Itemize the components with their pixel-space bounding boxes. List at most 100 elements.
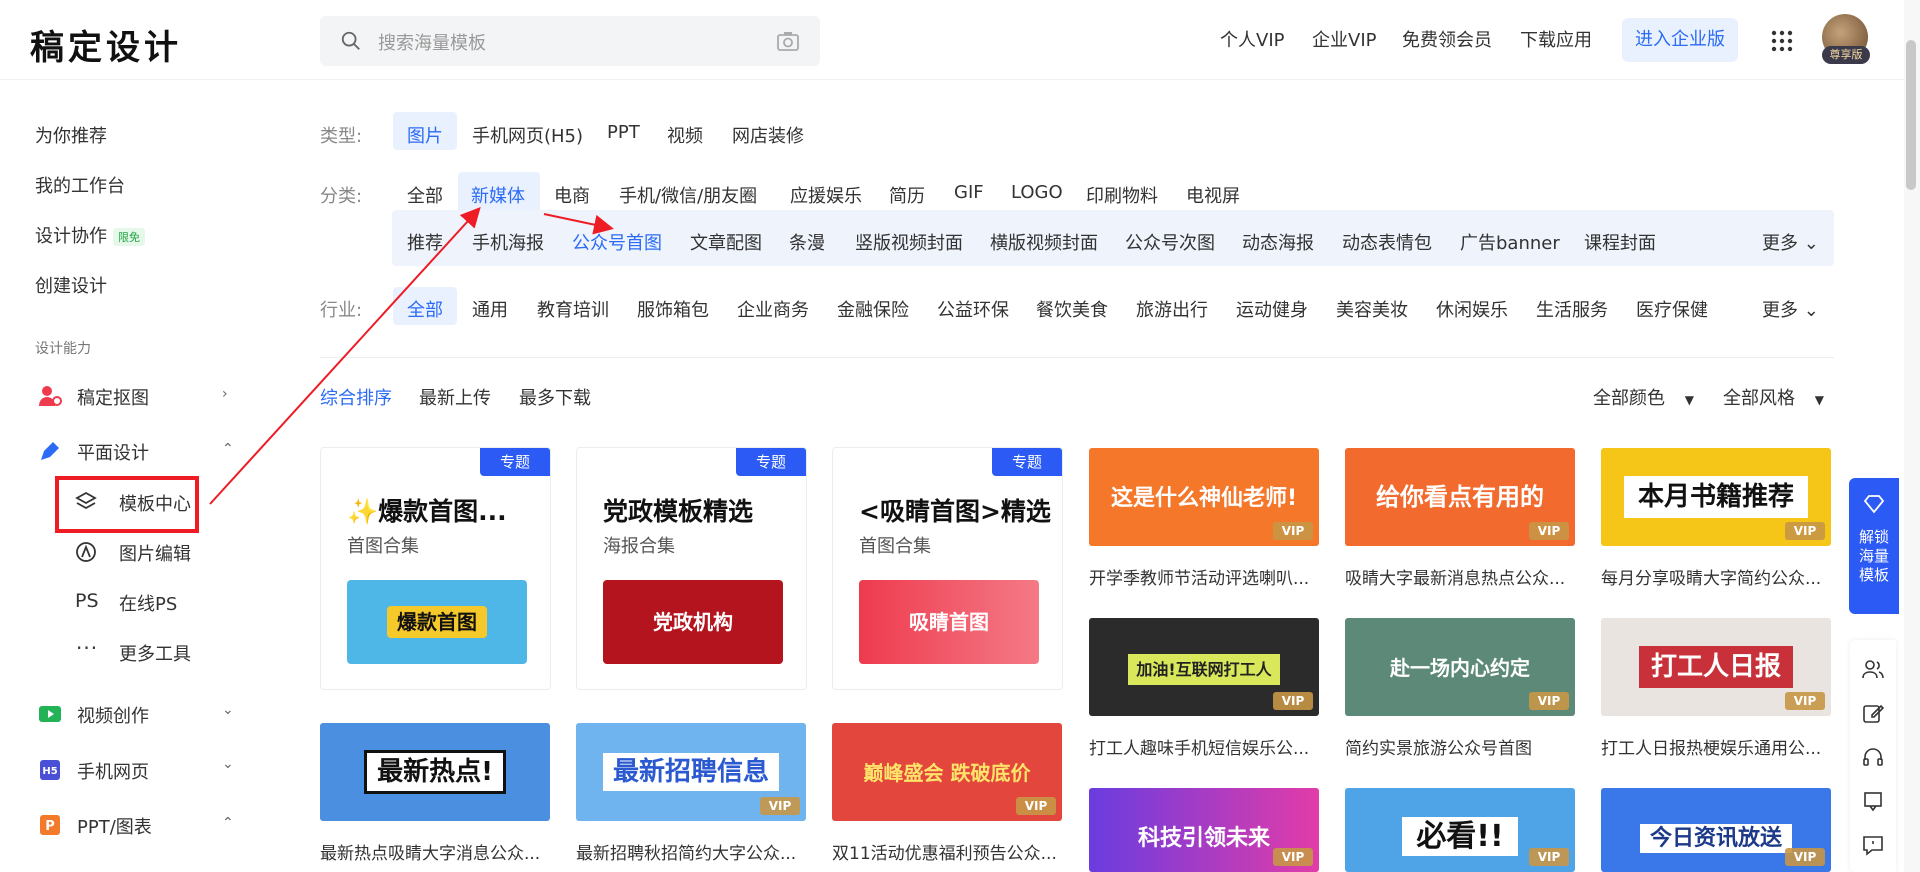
sub-mobile-poster[interactable]: 手机海报 [472,229,544,255]
industry-business[interactable]: 企业商务 [737,296,809,322]
template-thumbnail[interactable]: 这是什么神仙老师! VIP [1089,448,1319,546]
industry-travel[interactable]: 旅游出行 [1136,296,1208,322]
sub-wechat-secondary[interactable]: 公众号次图 [1125,229,1215,255]
industry-finance[interactable]: 金融保险 [837,296,909,322]
template-caption[interactable]: 每月分享吸睛大字简约公众... [1601,564,1833,589]
type-ppt[interactable]: PPT [607,122,640,143]
template-caption[interactable]: 打工人趣味手机短信娱乐公... [1089,734,1321,759]
category-tv[interactable]: 电视屏 [1186,182,1240,208]
template-thumbnail[interactable]: 巅峰盛会 跌破底价 VIP [832,723,1062,821]
edit-icon[interactable] [1862,702,1884,724]
chevron-up-icon[interactable]: ⌃ [222,441,234,457]
sidebar-item-online-ps[interactable]: 在线PS [119,590,177,616]
template-caption[interactable]: 开学季教师节活动评选喇叭... [1089,564,1321,589]
nav-personal-vip[interactable]: 个人VIP [1220,26,1284,52]
apps-grid-icon[interactable] [1771,30,1793,52]
sub-horizontal-video-cover[interactable]: 横版视频封面 [990,229,1098,255]
sub-animated-sticker[interactable]: 动态表情包 [1342,229,1432,255]
sidebar-group-ppt[interactable]: PPT/图表 [77,813,152,839]
nav-enterprise-vip[interactable]: 企业VIP [1312,26,1376,52]
template-thumbnail[interactable]: 必看!! VIP [1345,788,1575,872]
category-all[interactable]: 全部 [407,182,443,208]
color-dropdown[interactable]: 全部颜色 ▼ [1593,384,1694,410]
sub-comic-strip[interactable]: 条漫 [789,229,825,255]
chevron-down-icon[interactable]: ⌄ [222,702,234,718]
category-gif[interactable]: GIF [954,182,984,203]
more-industries[interactable]: 更多 ⌄ [1762,296,1819,322]
sidebar-item-more-tools[interactable]: 更多工具 [119,640,191,666]
sidebar-group-graphic[interactable]: 平面设计 [77,439,149,465]
template-thumbnail[interactable]: 本月书籍推荐 VIP [1601,448,1831,546]
industry-education[interactable]: 教育培训 [537,296,609,322]
sidebar-group-mobile-web[interactable]: 手机网页 [77,758,149,784]
nav-free-member[interactable]: 免费领会员 [1402,26,1492,52]
template-thumbnail[interactable]: 赴一场内心约定 VIP [1345,618,1575,716]
industry-food[interactable]: 餐饮美食 [1036,296,1108,322]
template-thumbnail[interactable]: 最新热点! [320,723,550,821]
industry-beauty[interactable]: 美容美妆 [1336,296,1408,322]
sub-wechat-cover[interactable]: 公众号首图 [572,229,662,255]
industry-life-service[interactable]: 生活服务 [1536,296,1608,322]
category-ecommerce[interactable]: 电商 [554,182,590,208]
sub-recommend[interactable]: 推荐 [407,229,443,255]
featured-card[interactable]: 专题 <吸睛首图>精选 首图合集 吸睛首图 [832,447,1063,690]
sidebar-item-recommend[interactable]: 为你推荐 [35,122,107,148]
template-caption[interactable]: 双11活动优惠福利预告公众... [832,839,1064,864]
sidebar-item-workspace[interactable]: 我的工作台 [35,172,125,198]
industry-leisure[interactable]: 休闲娱乐 [1436,296,1508,322]
type-video[interactable]: 视频 [667,122,703,148]
sidebar-item-create[interactable]: 创建设计 [35,272,107,298]
template-thumbnail[interactable]: 打工人日报 VIP [1601,618,1831,716]
template-thumbnail[interactable]: 加油!互联网打工人 VIP [1089,618,1319,716]
template-thumbnail[interactable]: 今日资讯放送 VIP [1601,788,1831,872]
industry-medical[interactable]: 医疗保健 [1636,296,1708,322]
enter-enterprise-button[interactable]: 进入企业版 [1622,18,1738,62]
sort-most-downloads[interactable]: 最多下载 [519,384,591,410]
sort-newest[interactable]: 最新上传 [419,384,491,410]
sidebar-item-collab[interactable]: 设计协作 限免 [35,222,145,248]
template-caption[interactable]: 打工人日报热梗娱乐通用公... [1601,734,1833,759]
category-resume[interactable]: 简历 [889,182,925,208]
sidebar-group-cutout[interactable]: 稿定抠图 [77,384,149,410]
search-bar[interactable]: 搜索海量模板 [320,16,820,66]
category-mobile-wechat[interactable]: 手机/微信/朋友圈 [619,182,757,208]
sort-default[interactable]: 综合排序 [320,384,392,410]
chevron-down-icon[interactable]: ⌄ [222,756,234,772]
template-caption[interactable]: 最新热点吸睛大字消息公众... [320,839,552,864]
type-shop[interactable]: 网店装修 [732,122,804,148]
template-thumbnail[interactable]: 科技引领未来 VIP [1089,788,1319,872]
featured-card[interactable]: 专题 党政模板精选 海报合集 党政机构 [576,447,807,690]
category-fan-support[interactable]: 应援娱乐 [790,182,862,208]
sub-article-image[interactable]: 文章配图 [690,229,762,255]
sub-ad-banner[interactable]: 广告banner [1460,229,1560,255]
sub-vertical-video-cover[interactable]: 竖版视频封面 [855,229,963,255]
industry-apparel[interactable]: 服饰箱包 [637,296,709,322]
template-thumbnail[interactable]: 最新招聘信息 VIP [576,723,806,821]
chevron-up-icon[interactable]: ⌃ [222,815,234,831]
people-icon[interactable] [1862,658,1884,680]
message-icon[interactable] [1862,834,1884,856]
industry-general[interactable]: 通用 [472,296,508,322]
camera-icon[interactable] [776,30,800,52]
template-thumbnail[interactable]: 给你看点有用的 VIP [1345,448,1575,546]
unlock-templates-panel[interactable]: 解锁海量模板 [1849,478,1899,614]
sub-course-cover[interactable]: 课程封面 [1584,229,1656,255]
sidebar-group-video[interactable]: 视频创作 [77,702,149,728]
industry-all[interactable]: 全部 [407,296,443,322]
category-new-media[interactable]: 新媒体 [471,182,525,208]
type-image[interactable]: 图片 [407,122,443,148]
style-dropdown[interactable]: 全部风格 ▼ [1723,384,1824,410]
industry-fitness[interactable]: 运动健身 [1236,296,1308,322]
search-input[interactable]: 搜索海量模板 [378,29,486,55]
scrollbar-thumb[interactable] [1906,40,1916,190]
featured-card[interactable]: 专题 ✨爆款首图... 首图合集 爆款首图 [320,447,551,690]
template-caption[interactable]: 吸睛大字最新消息热点公众... [1345,564,1577,589]
sidebar-item-image-edit[interactable]: 图片编辑 [119,540,191,566]
headset-icon[interactable] [1862,746,1884,768]
more-subcategories[interactable]: 更多 ⌄ [1762,229,1819,255]
type-h5[interactable]: 手机网页(H5) [472,122,583,148]
template-caption[interactable]: 简约实景旅游公众号首图 [1345,734,1577,759]
nav-download-app[interactable]: 下载应用 [1520,26,1592,52]
category-logo[interactable]: LOGO [1011,182,1063,203]
category-print[interactable]: 印刷物料 [1086,182,1158,208]
